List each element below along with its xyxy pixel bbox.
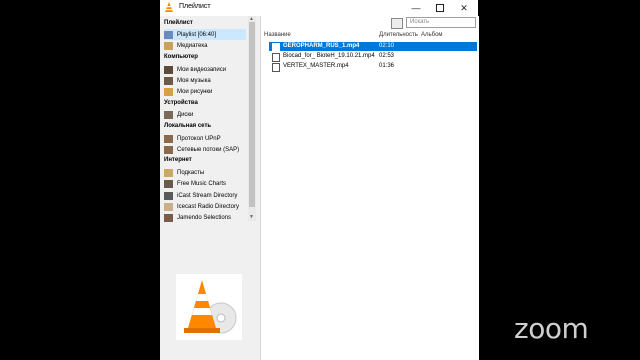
section-lan: Локальная сеть — [164, 123, 212, 129]
vlc-cone-icon — [165, 2, 173, 12]
sidebar-item-label: Медиатека — [177, 42, 208, 49]
table-row[interactable]: GEROPHARM_RUS_1.mp4 02:10 — [269, 42, 477, 52]
podcast-icon — [164, 168, 173, 177]
row-duration: 02:53 — [379, 53, 395, 59]
sidebar-item-label: Icecast Radio Directory — [177, 203, 240, 210]
zoom-watermark-logo: zoom — [514, 312, 589, 345]
table-row[interactable]: VERTEX_MASTER.mp4 01:36 — [269, 62, 477, 72]
playlist-panel: Искать Название Длительность Альбом GERO… — [260, 16, 479, 360]
sidebar-item-my-videos[interactable]: Мои видеозаписи — [164, 64, 246, 75]
maximize-icon — [436, 4, 444, 12]
sidebar-item-label: Free Music Charts — [177, 180, 227, 187]
sidebar: Плейлист Playlist [06:40] Медиатека Комп… — [160, 16, 256, 360]
sidebar-item-label: Диски — [177, 111, 194, 118]
sidebar-item-my-music[interactable]: Моя музыка — [164, 75, 246, 86]
column-header-duration[interactable]: Длительность — [379, 32, 418, 41]
playlist-icon — [164, 30, 173, 39]
film-icon — [164, 65, 173, 74]
media-library-icon — [164, 41, 173, 50]
section-internet: Интернет — [164, 157, 192, 163]
table-row[interactable]: Biocad_for_ BioteH_19.10.21.mp4 02:53 — [269, 52, 477, 62]
video-file-icon — [272, 53, 280, 62]
row-name: GEROPHARM_RUS_1.mp4 — [283, 43, 360, 49]
album-art — [176, 274, 242, 340]
close-button[interactable]: ✕ — [452, 0, 476, 16]
sidebar-scrollbar[interactable] — [248, 16, 256, 221]
view-mode-icon[interactable] — [391, 18, 403, 29]
network-icon — [164, 134, 173, 143]
pictures-icon — [164, 87, 173, 96]
jamendo-icon — [164, 213, 173, 222]
sidebar-scroll-thumb[interactable] — [249, 22, 255, 207]
sidebar-item-media-library[interactable]: Медиатека — [164, 40, 246, 51]
video-file-icon — [272, 63, 280, 72]
minimize-button[interactable]: — — [404, 0, 428, 16]
sidebar-item-disks[interactable]: Диски — [164, 109, 246, 120]
sidebar-item-icecast-stream[interactable]: iCast Stream Directory — [164, 190, 246, 201]
sidebar-item-label: iCast Stream Directory — [177, 192, 238, 199]
video-file-icon — [272, 43, 280, 52]
scroll-up-icon[interactable]: ▲ — [249, 16, 254, 22]
sidebar-item-sap[interactable]: Сетевые потоки (SAP) — [164, 144, 246, 155]
row-name: Biocad_for_ BioteH_19.10.21.mp4 — [283, 53, 375, 59]
globe-icon — [164, 179, 173, 188]
network-streams-icon — [164, 145, 173, 154]
sidebar-item-label: Протокол UPnP — [177, 135, 221, 142]
sidebar-item-my-pictures[interactable]: Мои рисунки — [164, 86, 246, 97]
music-icon — [164, 76, 173, 85]
column-header-album[interactable]: Альбом — [421, 32, 443, 41]
maximize-button[interactable] — [428, 0, 452, 16]
sidebar-item-label: Мои рисунки — [177, 88, 213, 95]
sidebar-item-label: Моя музыка — [177, 77, 211, 84]
row-duration: 02:10 — [379, 43, 395, 49]
minimize-icon: — — [411, 3, 421, 13]
sidebar-item-label: Playlist [06:40] — [177, 31, 217, 38]
sidebar-item-label: Мои видеозаписи — [177, 66, 227, 73]
sidebar-item-podcasts[interactable]: Подкасты — [164, 167, 246, 178]
radio-icon — [164, 202, 173, 211]
section-playlist: Плейлист — [164, 20, 193, 26]
row-name: VERTEX_MASTER.mp4 — [283, 63, 349, 69]
sidebar-item-playlist[interactable]: Playlist [06:40] — [164, 29, 246, 40]
section-devices: Устройства — [164, 100, 198, 106]
section-computer: Компьютер — [164, 54, 198, 60]
sidebar-item-free-music-charts[interactable]: Free Music Charts — [164, 178, 246, 189]
close-icon: ✕ — [460, 2, 468, 13]
sidebar-item-jamendo[interactable]: Jamendo Selections — [164, 212, 246, 223]
search-placeholder: Искать — [410, 19, 430, 25]
search-input[interactable]: Искать — [406, 17, 476, 28]
sidebar-item-icecast-radio[interactable]: Icecast Radio Directory — [164, 201, 246, 212]
playlist-toolbar: Искать — [261, 16, 479, 30]
disc-drive-icon — [164, 110, 173, 119]
sidebar-item-upnp[interactable]: Протокол UPnP — [164, 133, 246, 144]
column-header-name[interactable]: Название — [264, 32, 291, 41]
title-bar[interactable]: Плейлист — ✕ — [160, 0, 478, 16]
sidebar-item-label: Подкасты — [177, 169, 205, 176]
sidebar-item-label: Jamendo Selections — [177, 214, 232, 221]
stream-icon — [164, 191, 173, 200]
scroll-down-icon[interactable]: ▼ — [249, 214, 254, 220]
vlc-cone-art-icon — [184, 280, 237, 334]
row-duration: 01:36 — [379, 63, 395, 69]
sidebar-item-label: Сетевые потоки (SAP) — [177, 146, 240, 153]
vlc-playlist-window: Плейлист — ✕ Плейлист Playlist [06:40] М… — [160, 0, 479, 360]
window-title: Плейлист — [179, 3, 211, 10]
